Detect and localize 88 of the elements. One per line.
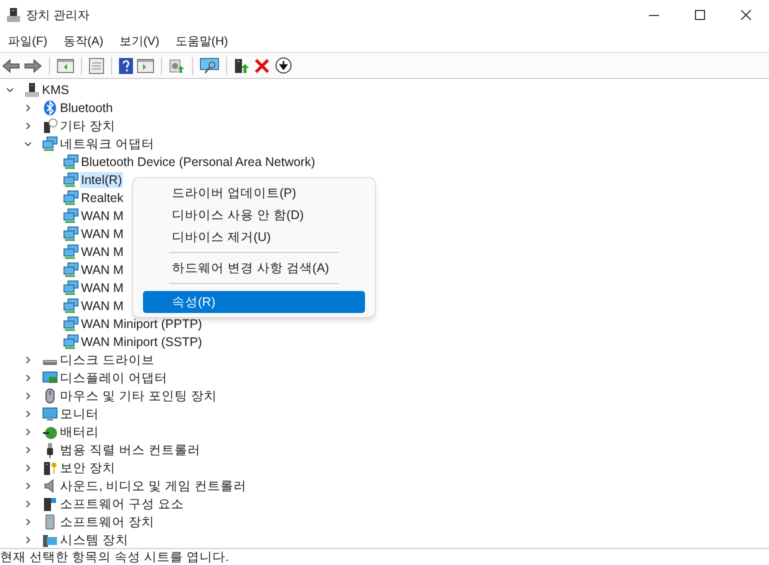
expand-chevron-icon[interactable] xyxy=(24,104,32,112)
network-adapter-icon xyxy=(63,190,79,206)
system-device-icon xyxy=(42,532,58,548)
expand-chevron-icon[interactable] xyxy=(24,500,32,508)
update-driver-icon[interactable] xyxy=(234,58,249,74)
network-adapter-icon xyxy=(63,154,79,170)
monitor-icon xyxy=(42,406,58,422)
battery-icon xyxy=(42,424,58,440)
tree-item[interactable]: 디스플레이 어댑터 xyxy=(59,370,168,386)
context-menu-item[interactable]: 디바이스 제거(U) xyxy=(143,226,365,248)
expand-chevron-icon[interactable] xyxy=(24,428,32,436)
monitor-search-icon[interactable] xyxy=(200,58,219,74)
tree-item[interactable]: 범용 직렬 버스 컨트롤러 xyxy=(59,442,202,458)
tree-item[interactable]: Realtek xyxy=(80,190,124,206)
tree-item[interactable]: 보안 장치 xyxy=(59,460,116,476)
unknown-device-icon xyxy=(42,118,58,134)
disk-drive-icon xyxy=(43,360,57,365)
context-menu-item[interactable]: 속성(R) xyxy=(143,291,365,313)
tree-item[interactable]: 마우스 및 기타 포인팅 장치 xyxy=(59,388,218,404)
properties-icon[interactable] xyxy=(89,58,104,74)
bluetooth-icon xyxy=(42,100,58,116)
tree-item[interactable]: 모니터 xyxy=(59,406,100,422)
network-adapter-icon xyxy=(63,262,79,278)
network-adapter-icon xyxy=(63,316,79,332)
collapse-chevron-icon[interactable] xyxy=(6,86,14,94)
tree-item[interactable]: 디스크 드라이브 xyxy=(59,352,156,368)
close-icon xyxy=(741,10,751,20)
tree-item[interactable]: 네트워크 어댑터 xyxy=(59,136,156,152)
maximize-icon xyxy=(695,10,705,20)
help-icon[interactable] xyxy=(119,58,133,74)
tree-item[interactable]: WAN M xyxy=(80,280,125,296)
tree-item[interactable]: 기타 장치 xyxy=(59,118,116,134)
scan-hardware-icon[interactable] xyxy=(169,58,185,74)
computer-icon xyxy=(24,82,40,98)
expand-chevron-icon[interactable] xyxy=(24,122,32,130)
minimize-icon xyxy=(649,14,659,16)
tree-item[interactable]: 소프트웨어 장치 xyxy=(59,514,156,530)
expand-chevron-icon[interactable] xyxy=(24,446,32,454)
key-device-icon xyxy=(42,460,58,476)
status-bar-text: 현재 선택한 항목의 속성 시트를 엽니다. xyxy=(0,548,229,565)
network-adapter-icon xyxy=(63,244,79,260)
network-adapter-icon xyxy=(63,172,79,188)
menu-item[interactable]: 도움말(H) xyxy=(169,32,234,50)
component-icon xyxy=(42,496,58,512)
context-menu-item[interactable]: 드라이버 업데이트(P) xyxy=(143,182,365,204)
expand-chevron-icon[interactable] xyxy=(24,410,32,418)
network-adapter-icon xyxy=(63,280,79,296)
tree-item[interactable]: WAN M xyxy=(80,298,125,314)
expand-chevron-icon[interactable] xyxy=(24,482,32,490)
network-adapter-icon xyxy=(42,136,58,152)
network-adapter-icon xyxy=(63,226,79,242)
tree-item[interactable]: WAN Miniport (PPTP) xyxy=(80,316,204,332)
menu-item[interactable]: 보기(V) xyxy=(113,32,166,50)
tree-item[interactable]: WAN M xyxy=(80,208,125,224)
network-adapter-icon xyxy=(63,208,79,224)
tree-item[interactable]: 소프트웨어 구성 요소 xyxy=(59,496,185,512)
menu-item[interactable]: 파일(F) xyxy=(2,32,54,50)
tree-item[interactable]: 사운드, 비디오 및 게임 컨트롤러 xyxy=(59,478,248,494)
device-manager-icon xyxy=(7,8,20,22)
tree-item[interactable]: WAN M xyxy=(80,244,125,260)
tree-item[interactable]: 배터리 xyxy=(59,424,100,440)
tree-item[interactable]: WAN M xyxy=(80,262,125,278)
tree-item[interactable]: Bluetooth Device (Personal Area Network) xyxy=(80,154,316,170)
console-tree-icon[interactable] xyxy=(57,58,74,72)
expand-chevron-icon[interactable] xyxy=(24,356,32,364)
tree-item[interactable]: Intel(R) xyxy=(80,172,123,188)
expand-chevron-icon[interactable] xyxy=(24,464,32,472)
context-menu-item[interactable]: 디바이스 사용 안 함(D) xyxy=(143,204,365,226)
display-adapter-icon xyxy=(42,370,58,386)
expand-chevron-icon[interactable] xyxy=(24,518,32,526)
tree-item[interactable]: Bluetooth xyxy=(59,100,114,116)
context-menu-item[interactable]: 하드웨어 변경 사항 검색(A) xyxy=(143,257,365,279)
collapse-chevron-icon[interactable] xyxy=(24,140,32,148)
network-adapter-icon xyxy=(63,334,79,350)
expand-chevron-icon[interactable] xyxy=(24,374,32,382)
forward-arrow-icon[interactable] xyxy=(24,58,42,72)
tree-item[interactable]: 시스템 장치 xyxy=(59,532,130,548)
network-adapter-icon xyxy=(63,298,79,314)
action-pane-icon[interactable] xyxy=(137,58,154,72)
window-title: 장치 관리자 xyxy=(26,7,90,24)
tree-item[interactable]: KMS xyxy=(41,82,70,98)
tree-item[interactable]: WAN M xyxy=(80,226,125,242)
expand-chevron-icon[interactable] xyxy=(24,536,32,544)
menu-item[interactable]: 동작(A) xyxy=(57,32,110,50)
tree-item[interactable]: WAN Miniport (SSTP) xyxy=(80,334,204,350)
back-arrow-icon[interactable] xyxy=(2,58,20,72)
expand-chevron-icon[interactable] xyxy=(24,392,32,400)
delete-x-icon[interactable] xyxy=(255,58,269,72)
